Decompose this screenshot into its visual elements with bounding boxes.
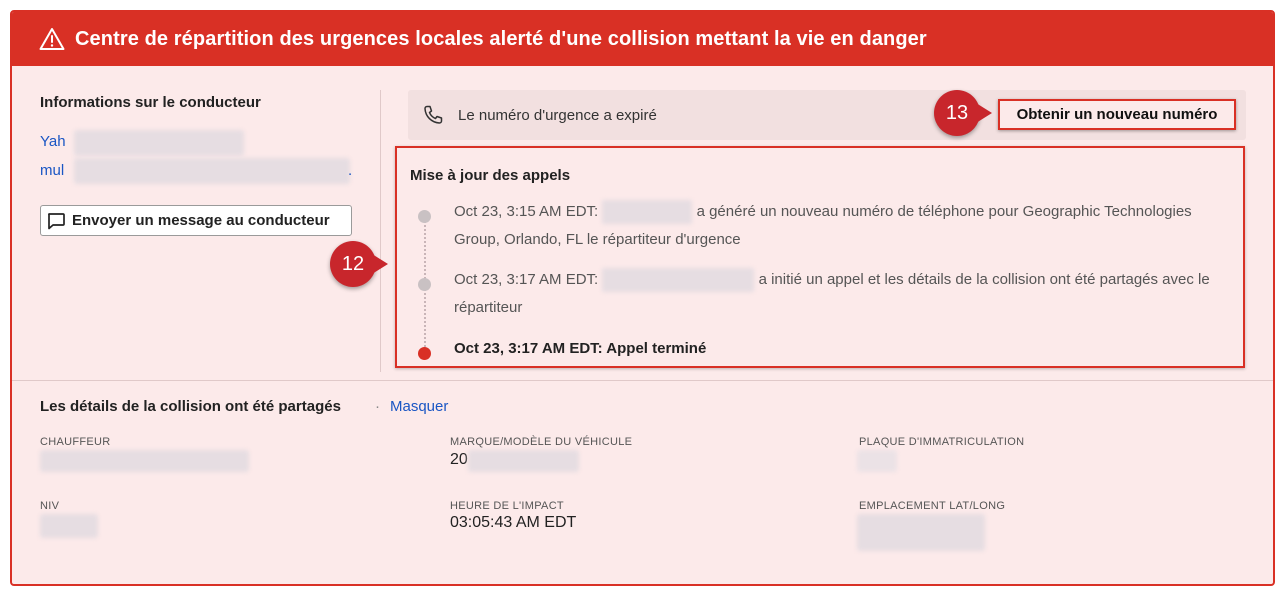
warning-triangle-icon xyxy=(39,27,65,51)
plate-field-label: PLAQUE D'IMMATRICULATION xyxy=(859,436,1025,448)
chat-bubble-icon xyxy=(46,212,66,230)
callout-13-label: 13 xyxy=(945,101,969,124)
driver-field-label: CHAUFFEUR xyxy=(40,436,111,448)
timeline-dot-active xyxy=(418,347,431,360)
call-update-event: Oct 23, 3:15 AM EDT: a généré un nouveau… xyxy=(454,198,1239,254)
message-driver-button[interactable]: Envoyer un message au conducteur xyxy=(40,205,352,236)
call-update-event-final: Oct 23, 3:17 AM EDT: Appel terminé xyxy=(454,335,1239,363)
collision-details-title: Les détails de la collision ont été part… xyxy=(40,398,341,415)
driver-name-link[interactable]: Yah xyxy=(40,133,66,150)
driver-email-link[interactable]: mul xyxy=(40,162,64,179)
callout-12-label: 12 xyxy=(341,252,365,275)
call-updates-title: Mise à jour des appels xyxy=(410,167,571,184)
callout-13-pointer xyxy=(976,103,992,123)
callout-marker-13: 13 xyxy=(934,90,992,136)
redacted-driver-email xyxy=(74,158,350,184)
event-timestamp: Oct 23, 3:15 AM EDT: xyxy=(454,203,599,220)
vehicle-value-prefix: 20 xyxy=(450,451,468,468)
driver-email-suffix: . xyxy=(348,162,353,179)
callout-marker-12: 12 xyxy=(330,241,388,287)
driver-email-prefix: mul xyxy=(40,162,65,179)
hide-details-link[interactable]: Masquer xyxy=(390,398,448,415)
timeline-dot xyxy=(418,210,431,223)
vin-field-label: NIV xyxy=(40,500,60,512)
alert-top-section: Informations sur le conducteur Yah mul .… xyxy=(12,66,1273,381)
title-separator: · xyxy=(375,398,380,415)
callout-12-pointer xyxy=(372,254,388,274)
event-text: Appel terminé xyxy=(606,340,707,357)
event-timestamp: Oct 23, 3:17 AM EDT: xyxy=(454,271,599,288)
redacted-location-value xyxy=(857,514,985,551)
collision-alert-panel: Centre de répartition des urgences local… xyxy=(10,10,1275,586)
timeline-dot xyxy=(418,278,431,291)
message-driver-label: Envoyer un message au conducteur xyxy=(72,212,330,229)
event-timestamp: Oct 23, 3:17 AM EDT: xyxy=(454,340,603,357)
impact-time-value: 03:05:43 AM EDT xyxy=(450,514,577,531)
redacted-driver-value xyxy=(40,450,249,472)
impact-time-field-label: HEURE DE L'IMPACT xyxy=(450,500,564,512)
vertical-divider xyxy=(380,90,381,372)
collision-details-section: Les détails de la collision ont été part… xyxy=(12,381,1273,584)
phone-icon xyxy=(422,104,444,126)
emergency-number-status-text: Le numéro d'urgence a expiré xyxy=(458,106,657,124)
alert-banner: Centre de répartition des urgences local… xyxy=(12,12,1273,66)
redacted-operator-name xyxy=(602,268,755,293)
driver-info-title: Informations sur le conducteur xyxy=(40,94,261,111)
redacted-vin-value xyxy=(40,514,98,538)
driver-name-prefix: Yah xyxy=(40,133,66,150)
redacted-driver-name xyxy=(74,130,244,156)
redacted-operator-name xyxy=(602,200,693,225)
redacted-plate-value xyxy=(857,450,897,472)
get-new-number-button[interactable]: Obtenir un nouveau numéro xyxy=(998,99,1236,130)
call-updates-box: Mise à jour des appels Oct 23, 3:15 AM E… xyxy=(395,146,1245,368)
location-field-label: EMPLACEMENT LAT/LONG xyxy=(859,500,1006,512)
alert-title: Centre de répartition des urgences local… xyxy=(75,27,927,50)
vehicle-field-label: MARQUE/MODÈLE DU VÉHICULE xyxy=(450,436,633,448)
redacted-vehicle-value xyxy=(468,450,579,472)
call-update-event: Oct 23, 3:17 AM EDT: a initié un appel e… xyxy=(454,266,1239,322)
